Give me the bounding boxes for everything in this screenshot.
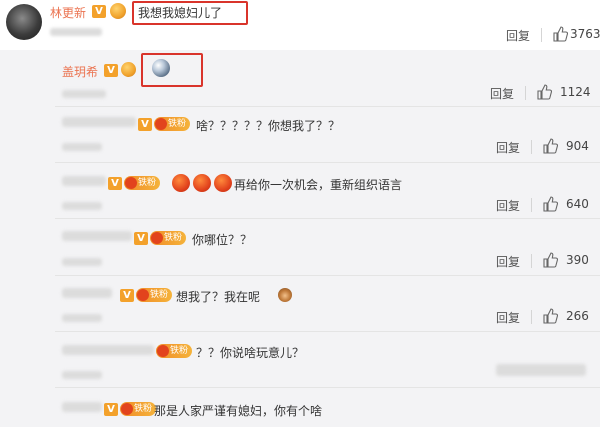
reply-username[interactable]: 盖玥希 bbox=[62, 63, 98, 80]
v-badge-icon bbox=[134, 232, 148, 245]
divider-line bbox=[55, 275, 600, 276]
fan-badge-label: 铁粉 bbox=[168, 119, 187, 129]
earth-emoji-icon bbox=[152, 59, 170, 77]
blurred-meta bbox=[62, 371, 102, 379]
blurred-username bbox=[62, 345, 154, 355]
divider-line bbox=[55, 106, 600, 107]
reply-button[interactable]: 回复 bbox=[490, 85, 514, 102]
v-badge-icon bbox=[92, 5, 106, 18]
reply-text: 你哪位？？ bbox=[192, 233, 253, 247]
like-icon[interactable] bbox=[542, 196, 558, 212]
blurred-username bbox=[62, 402, 102, 412]
reply-text: 啥？？？？？你想我了？？ bbox=[196, 119, 341, 133]
angry-face-emoji-icon bbox=[172, 174, 190, 192]
main-comment-username[interactable]: 林更新 bbox=[50, 4, 86, 21]
blurred-username bbox=[62, 117, 136, 127]
fan-badge-face bbox=[157, 345, 169, 357]
main-comment: 林更新 我想我媳妇儿了 回复 3763 bbox=[0, 0, 600, 50]
fan-badge-icon: 铁粉 bbox=[124, 176, 161, 190]
v-badge-icon bbox=[108, 177, 122, 190]
like-count: 266 bbox=[566, 309, 589, 323]
reply-text: ？？你说啥玩意儿？ bbox=[196, 346, 305, 360]
fan-badge-face bbox=[125, 177, 137, 189]
divider bbox=[531, 140, 532, 154]
blurred-meta bbox=[62, 258, 102, 266]
blurred-actions bbox=[496, 364, 586, 376]
angry-face-emoji-icon bbox=[214, 174, 232, 192]
like-icon[interactable] bbox=[542, 252, 558, 268]
divider bbox=[531, 310, 532, 324]
blurred-meta bbox=[62, 143, 102, 151]
reply-button[interactable]: 回复 bbox=[496, 253, 520, 270]
divider bbox=[541, 28, 542, 42]
fan-badge-label: 铁粉 bbox=[134, 404, 153, 414]
reply-text: 那是人家严谨有媳妇，你有个啥 bbox=[154, 404, 323, 418]
v-badge-icon bbox=[138, 118, 152, 131]
reply-button[interactable]: 回复 bbox=[496, 309, 520, 326]
like-icon[interactable] bbox=[542, 308, 558, 324]
fan-badge-label: 铁粉 bbox=[138, 178, 157, 188]
fan-badge-icon: 铁粉 bbox=[150, 231, 187, 245]
fan-badge-label: 铁粉 bbox=[170, 346, 189, 356]
monkey-emoji-icon bbox=[278, 288, 292, 302]
blurred-username bbox=[62, 231, 132, 241]
fan-badge-face bbox=[137, 289, 149, 301]
blurred-username bbox=[62, 176, 106, 186]
blurred-meta bbox=[50, 28, 102, 36]
divider bbox=[531, 198, 532, 212]
blurred-meta bbox=[62, 202, 102, 210]
v-badge-icon bbox=[104, 403, 118, 416]
reply-button[interactable]: 回复 bbox=[496, 139, 520, 156]
like-count: 1124 bbox=[560, 85, 591, 99]
blurred-meta bbox=[62, 314, 102, 322]
fan-badge-face bbox=[121, 403, 133, 415]
like-count: 3763 bbox=[570, 27, 600, 41]
fan-badge-icon bbox=[121, 62, 136, 77]
fan-badge-icon: 铁粉 bbox=[120, 402, 157, 416]
reply-button[interactable]: 回复 bbox=[496, 197, 520, 214]
like-count: 640 bbox=[566, 197, 589, 211]
highlight-box bbox=[141, 53, 203, 87]
divider bbox=[531, 254, 532, 268]
like-count: 904 bbox=[566, 139, 589, 153]
fan-badge-label: 铁粉 bbox=[164, 233, 183, 243]
divider-line bbox=[55, 331, 600, 332]
divider-line bbox=[55, 218, 600, 219]
like-count: 390 bbox=[566, 253, 589, 267]
fan-badge-label: 铁粉 bbox=[150, 290, 169, 300]
fan-badge-face bbox=[151, 232, 163, 244]
fan-badge-face bbox=[155, 118, 167, 130]
divider-line bbox=[55, 387, 600, 388]
fan-badge-icon: 铁粉 bbox=[154, 117, 191, 131]
v-badge-icon bbox=[104, 64, 118, 77]
fan-badge-icon: 铁粉 bbox=[136, 288, 173, 302]
main-comment-text: 我想我媳妇儿了 bbox=[138, 6, 223, 20]
reply-text: 再给你一次机会，重新组织语言 bbox=[234, 178, 403, 192]
divider bbox=[525, 86, 526, 100]
reply-text: 想我了？我在呢 bbox=[176, 290, 261, 304]
fan-badge-icon bbox=[110, 3, 126, 19]
like-icon[interactable] bbox=[542, 138, 558, 154]
avatar[interactable] bbox=[6, 4, 42, 40]
reply-button[interactable]: 回复 bbox=[506, 27, 530, 44]
fan-badge-icon: 铁粉 bbox=[156, 344, 193, 358]
blurred-meta bbox=[62, 90, 106, 98]
v-badge-icon bbox=[120, 289, 134, 302]
angry-face-emoji-icon bbox=[193, 174, 211, 192]
like-icon[interactable] bbox=[552, 26, 568, 42]
blurred-username bbox=[62, 288, 112, 298]
divider-line bbox=[55, 162, 600, 163]
like-icon[interactable] bbox=[536, 84, 552, 100]
